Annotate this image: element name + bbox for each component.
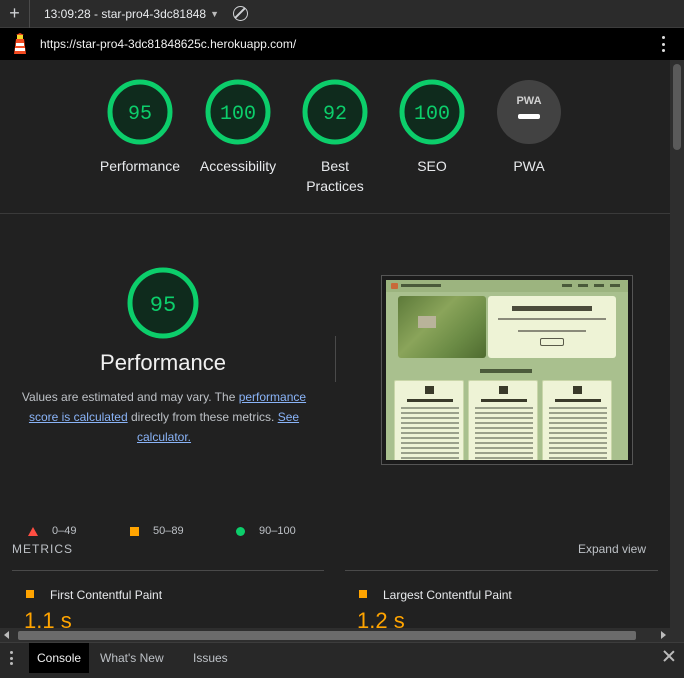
tab-console[interactable]: Console	[29, 643, 90, 673]
gauge-ring-icon: 95	[127, 267, 199, 339]
close-drawer-icon[interactable]	[662, 649, 676, 663]
url-bar: https://star-pro4-3dc81848625c.herokuapp…	[0, 28, 684, 60]
legend-average: 50–89	[130, 525, 184, 537]
devtools-drawer: Console What's New Issues	[0, 642, 684, 678]
horizontal-scrollbar[interactable]	[0, 628, 670, 642]
gauge-score: 100	[414, 103, 450, 126]
average-square-icon	[359, 590, 367, 598]
tab-issues[interactable]: Issues	[185, 643, 236, 673]
gauge-accessibility[interactable]: 100 Accessibility	[188, 78, 288, 176]
pass-circle-icon	[236, 526, 245, 536]
gauge-ring-icon: 92	[302, 79, 368, 145]
dropdown-caret-icon: ▼	[210, 8, 220, 19]
legend-range: 90–100	[259, 525, 296, 537]
average-square-icon	[130, 526, 139, 536]
fail-triangle-icon	[28, 526, 38, 536]
gauge-seo[interactable]: 100 SEO	[382, 78, 482, 176]
perf-score: 95	[150, 293, 176, 318]
scroll-right-arrow-icon[interactable]	[661, 631, 666, 639]
page-screenshot-image	[386, 280, 628, 460]
final-screenshot-thumbnail[interactable]	[381, 275, 633, 465]
metric-value: 1.2 s	[357, 608, 405, 628]
gauge-label: Performance	[99, 158, 181, 174]
devtools-top-bar: + 13:09:28 - star-pro4-3dc81848 ▼	[0, 0, 684, 28]
lighthouse-report: 95 Performance 100 Accessibility 92 Best…	[0, 60, 670, 628]
gauge-performance[interactable]: 95 Performance	[90, 78, 190, 176]
performance-description: Values are estimated and may vary. The p…	[14, 387, 314, 447]
session-label: 13:09:28 - star-pro4-3dc81848	[44, 6, 207, 21]
legend-pass: 90–100	[236, 525, 296, 537]
performance-big-gauge: 95	[126, 266, 200, 345]
lighthouse-logo-icon	[10, 33, 30, 55]
new-session-button[interactable]: +	[0, 0, 30, 28]
expand-view-toggle[interactable]: Expand view	[578, 542, 646, 556]
metric-name: Largest Contentful Paint	[383, 588, 512, 602]
desc-text: directly from these metrics.	[127, 410, 278, 424]
gauge-score: 95	[128, 103, 152, 126]
score-gauges: 95 Performance 100 Accessibility 92 Best…	[0, 60, 670, 214]
more-options-icon[interactable]	[662, 36, 666, 52]
gauge-score: 92	[323, 103, 347, 126]
pwa-badge-icon: PWA	[497, 80, 561, 144]
tab-whats-new[interactable]: What's New	[92, 643, 172, 673]
legend-range: 50–89	[153, 525, 184, 537]
gauge-pwa[interactable]: PWA PWA	[479, 78, 579, 176]
gauge-score: 100	[220, 103, 256, 126]
gauge-best-practices[interactable]: 92 Best Practices	[285, 78, 385, 196]
gauge-label: PWA	[513, 158, 545, 174]
average-square-icon	[26, 590, 34, 598]
scroll-thumb[interactable]	[18, 631, 636, 640]
session-selector[interactable]: 13:09:28 - star-pro4-3dc81848 ▼	[44, 7, 219, 21]
page-url[interactable]: https://star-pro4-3dc81848625c.herokuapp…	[40, 37, 296, 51]
performance-title: Performance	[100, 350, 226, 375]
metric-value: 1.1 s	[24, 608, 72, 628]
vertical-scrollbar[interactable]	[670, 60, 684, 628]
metrics-title: METRICS	[12, 542, 73, 556]
drawer-menu-icon[interactable]	[10, 651, 14, 665]
metrics-header: METRICS Expand view	[12, 542, 658, 562]
gauge-label: Accessibility	[199, 158, 277, 174]
gauge-ring-icon: 100	[205, 79, 271, 145]
metric-name: First Contentful Paint	[50, 588, 163, 602]
legend-fail: 0–49	[28, 525, 76, 537]
scroll-thumb[interactable]	[673, 64, 681, 150]
gauge-ring-icon: 95	[107, 79, 173, 145]
gauge-ring-icon: 100	[399, 79, 465, 145]
metric-divider	[345, 570, 658, 571]
legend-range: 0–49	[52, 525, 77, 537]
clear-block-icon[interactable]	[233, 6, 249, 21]
pwa-badge-text: PWA	[516, 95, 541, 107]
metric-divider	[12, 570, 324, 571]
gauge-label: SEO	[417, 158, 447, 174]
gauge-label: Best Practices	[306, 158, 364, 194]
vertical-divider	[335, 336, 336, 382]
scroll-corner	[670, 628, 684, 642]
desc-text: Values are estimated and may vary. The	[21, 390, 239, 404]
scroll-left-arrow-icon[interactable]	[4, 631, 9, 639]
